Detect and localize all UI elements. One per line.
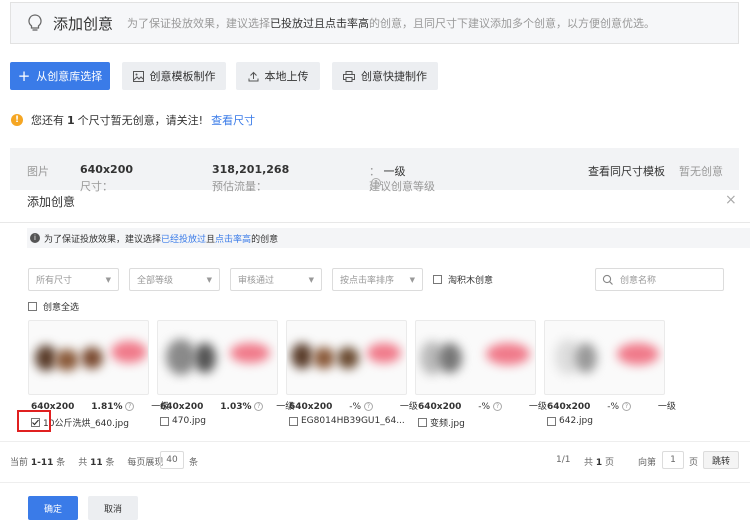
chevron-down-icon: ▼ [409, 275, 415, 284]
jump-button[interactable]: 跳转 [703, 451, 739, 469]
creative-thumbnail[interactable] [415, 320, 536, 395]
checkbox[interactable] [28, 302, 37, 311]
checkbox[interactable] [547, 416, 556, 426]
template-create-button[interactable]: 创意模板制作 [122, 62, 226, 90]
divider [0, 482, 750, 483]
image-icon [132, 70, 144, 82]
size-filter-select[interactable]: 所有尺寸 ▼ [28, 268, 119, 291]
search-input[interactable]: 创意名称 [595, 268, 724, 291]
level-info: 建议创意等级 ?： 一级 [369, 165, 435, 193]
taojimu-checkbox[interactable]: 淘积木创意 [433, 273, 493, 286]
traffic-info: 预估流量： 318,201,268 [212, 163, 290, 193]
pagination-summary: 当前 1-11 条 共 11 条 每页展现 [10, 458, 164, 468]
checkbox[interactable] [289, 416, 298, 426]
per-page-unit: 条 [189, 458, 199, 468]
chevron-down-icon: ▼ [308, 275, 314, 284]
creative-card[interactable] [415, 320, 536, 395]
per-page-input[interactable]: 40 [160, 451, 184, 469]
chevron-down-icon: ▼ [206, 275, 212, 284]
goto-page-input[interactable]: 1 [662, 451, 684, 469]
level-filter-select[interactable]: 全部等级 ▼ [129, 268, 220, 291]
card-meta: 640x200 -% ? 一级 [547, 402, 676, 412]
view-sizes-link[interactable]: 查看尺寸 [211, 112, 255, 128]
local-upload-button[interactable]: 本地上传 [236, 62, 320, 90]
goto-label: 向第 [638, 458, 657, 468]
creative-thumbnail[interactable] [157, 320, 278, 395]
banner-title: 添加创意 [53, 14, 114, 33]
creative-card[interactable] [544, 320, 665, 395]
help-icon[interactable]: ? [254, 402, 264, 411]
checkbox[interactable] [433, 275, 442, 284]
checkbox[interactable] [160, 416, 169, 426]
card-select-checkbox[interactable]: 变频.jpg [418, 416, 465, 429]
creative-card[interactable] [28, 320, 149, 395]
image-label: 图片 [27, 165, 49, 178]
info-icon: i [30, 233, 40, 243]
quick-create-button[interactable]: 创意快捷制作 [332, 62, 438, 90]
checkbox[interactable] [418, 418, 427, 427]
card-meta: 640x200 -% ? 一级 [289, 402, 418, 412]
upload-icon [248, 71, 258, 81]
creative-thumbnail[interactable] [286, 320, 407, 395]
highlight-box [17, 410, 51, 432]
review-filter-select[interactable]: 审核通过 ▼ [230, 268, 322, 291]
card-select-checkbox[interactable]: 470.jpg [160, 416, 206, 426]
tip-banner: 添加创意 为了保证投放效果，建议选择已投放过且点击率高的创意，且同尺寸下建议添加… [10, 2, 739, 44]
confirm-button[interactable]: 确定 [28, 496, 78, 520]
card-meta: 640x200 1.81% ? 一级 [31, 402, 170, 412]
plus-icon: + [17, 66, 31, 85]
divider [0, 222, 750, 223]
no-creative-text: 暂无创意 [679, 165, 723, 178]
card-meta: 640x200 -% ? 一级 [418, 402, 547, 412]
card-select-checkbox[interactable]: 642.jpg [547, 416, 593, 426]
help-icon[interactable]: ? [371, 178, 381, 188]
sort-select[interactable]: 按点击率排序 ▼ [332, 268, 423, 291]
modal-title: 添加创意 [27, 195, 76, 209]
printer-icon [343, 70, 355, 82]
page-info: 1/1 [556, 455, 571, 465]
banner-tip: 为了保证投放效果，建议选择已投放过且点击率高的创意，且同尺寸下建议添加多个创意，… [127, 17, 656, 30]
help-icon[interactable]: ? [492, 402, 502, 411]
size-info-row: 图片 尺寸： 640x200 预估流量： 318,201,268 建议创意等级 ?：… [10, 148, 739, 193]
divider [0, 441, 750, 442]
help-icon[interactable]: ? [125, 402, 135, 411]
creative-card[interactable] [157, 320, 278, 395]
warning-icon: ! [11, 114, 23, 126]
chevron-down-icon: ▼ [105, 275, 111, 284]
page-count: 共 1 页 [584, 458, 615, 468]
help-icon[interactable]: ? [363, 402, 373, 411]
search-icon [602, 274, 613, 285]
size-info: 尺寸： 640x200 [80, 163, 134, 193]
lightbulb-icon [28, 14, 42, 31]
modal-notice: i 为了保证投放效果，建议选择 已经投放过且点击率高 的创意 [27, 228, 750, 248]
card-meta: 640x200 1.03% ? 一级 [160, 402, 295, 412]
select-all-checkbox[interactable]: 创意全选 [28, 300, 79, 313]
creative-thumbnail[interactable] [544, 320, 665, 395]
same-size-template-link[interactable]: 查看同尺寸模板 [588, 163, 665, 179]
creative-thumbnail[interactable] [28, 320, 149, 395]
help-icon[interactable]: ? [621, 402, 631, 411]
creative-card[interactable] [286, 320, 407, 395]
close-icon[interactable]: × [725, 192, 737, 208]
size-warning: ! 您还有 1 个尺寸暂无创意，请关注! 查看尺寸 [11, 112, 255, 128]
select-from-library-button[interactable]: + 从创意库选择 [10, 62, 110, 90]
card-select-checkbox[interactable]: EG8014HB39GU1_64... [289, 416, 405, 426]
goto-unit: 页 [689, 458, 699, 468]
cancel-button[interactable]: 取消 [88, 496, 138, 520]
